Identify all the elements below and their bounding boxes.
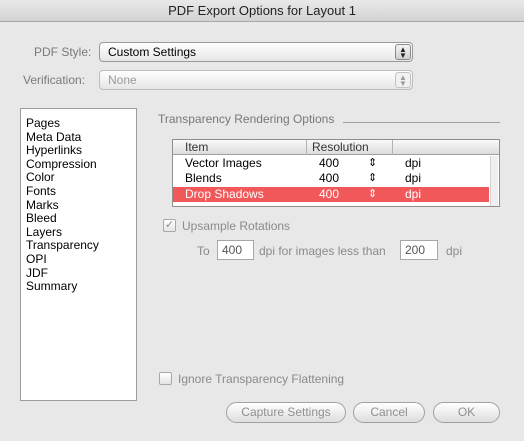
sidebar-item-opi[interactable]: OPI xyxy=(21,252,136,267)
verification-label: Verification: xyxy=(23,73,86,87)
sidebar-item-color[interactable]: Color xyxy=(21,171,136,185)
column-header-resolution[interactable]: Resolution xyxy=(312,140,369,155)
window-title-bar: PDF Export Options for Layout 1 xyxy=(0,0,524,22)
table-row[interactable]: Blends 400 ⇕ dpi xyxy=(173,171,489,186)
sidebar-item-summary[interactable]: Summary xyxy=(21,280,136,294)
resolution-stepper-icon[interactable]: ⇕ xyxy=(368,156,377,171)
sidebar-item-jdf[interactable]: JDF xyxy=(21,266,136,281)
cancel-button[interactable]: Cancel xyxy=(353,402,425,423)
sidebar-item-pages[interactable]: Pages xyxy=(21,116,136,131)
row-resolution-value[interactable]: 400 xyxy=(319,187,339,202)
group-divider xyxy=(343,122,500,123)
to-label: To xyxy=(197,244,210,258)
window-title: PDF Export Options for Layout 1 xyxy=(168,3,356,18)
sidebar-item-compression[interactable]: Compression xyxy=(21,157,136,172)
table-row[interactable]: Vector Images 400 ⇕ dpi xyxy=(173,156,489,171)
pdf-style-popup[interactable]: Custom Settings ▲ ▼ xyxy=(99,42,413,62)
settings-category-list[interactable]: Pages Meta Data Hyperlinks Compression C… xyxy=(20,108,137,401)
sidebar-item-layers[interactable]: Layers xyxy=(21,225,136,240)
column-header-item[interactable]: Item xyxy=(185,140,208,155)
row-resolution-value[interactable]: 400 xyxy=(319,171,339,186)
transparency-resolution-table[interactable]: Item Resolution Vector Images 400 ⇕ dpi … xyxy=(172,139,500,207)
row-unit: dpi xyxy=(405,171,422,185)
table-row-selected[interactable]: Drop Shadows 400 ⇕ dpi xyxy=(173,187,489,202)
table-scrollbar[interactable] xyxy=(490,156,498,206)
row-unit: dpi xyxy=(405,156,422,170)
checkmark-icon: ✓ xyxy=(164,219,175,231)
row-item-label: Vector Images xyxy=(185,156,262,170)
row-unit: dpi xyxy=(405,187,422,201)
upsample-rotations-label: Upsample Rotations xyxy=(182,219,291,233)
sidebar-item-bleed[interactable]: Bleed xyxy=(21,212,136,226)
stepper-arrows-icon: ▲ ▼ xyxy=(395,72,411,88)
pdf-style-value: Custom Settings xyxy=(108,45,197,59)
table-header: Item Resolution xyxy=(173,140,499,155)
upsample-mid-text: dpi for images less than xyxy=(259,244,386,258)
sidebar-item-marks[interactable]: Marks xyxy=(21,198,136,213)
row-item-label: Blends xyxy=(185,171,222,185)
upsample-to-dpi-field[interactable]: 400 xyxy=(217,240,254,260)
resolution-stepper-icon[interactable]: ⇕ xyxy=(368,187,377,202)
row-resolution-value[interactable]: 400 xyxy=(319,156,339,171)
column-divider xyxy=(392,140,393,155)
upsample-rotations-checkbox[interactable]: ✓ xyxy=(163,219,176,232)
stepper-arrows-icon: ▲ ▼ xyxy=(395,44,411,60)
resolution-stepper-icon[interactable]: ⇕ xyxy=(368,171,377,186)
sidebar-item-hyperlinks[interactable]: Hyperlinks xyxy=(21,144,136,158)
row-item-label: Drop Shadows xyxy=(185,187,264,201)
verification-value: None xyxy=(108,73,137,87)
sidebar-item-meta-data[interactable]: Meta Data xyxy=(21,130,136,145)
column-divider xyxy=(306,140,307,155)
upsample-unit-label: dpi xyxy=(446,244,463,258)
verification-popup[interactable]: None ▲ ▼ xyxy=(99,70,413,90)
transparency-group-title: Transparency Rendering Options xyxy=(158,112,337,126)
ignore-flattening-checkbox[interactable] xyxy=(159,372,172,385)
upsample-threshold-dpi-field[interactable]: 200 xyxy=(400,240,438,260)
capture-settings-button[interactable]: Capture Settings xyxy=(226,402,346,423)
sidebar-item-fonts[interactable]: Fonts xyxy=(21,184,136,199)
sidebar-item-transparency[interactable]: Transparency xyxy=(21,239,136,253)
ignore-flattening-label: Ignore Transparency Flattening xyxy=(178,372,345,386)
ok-button[interactable]: OK xyxy=(433,402,500,423)
pdf-style-label: PDF Style: xyxy=(34,45,92,59)
